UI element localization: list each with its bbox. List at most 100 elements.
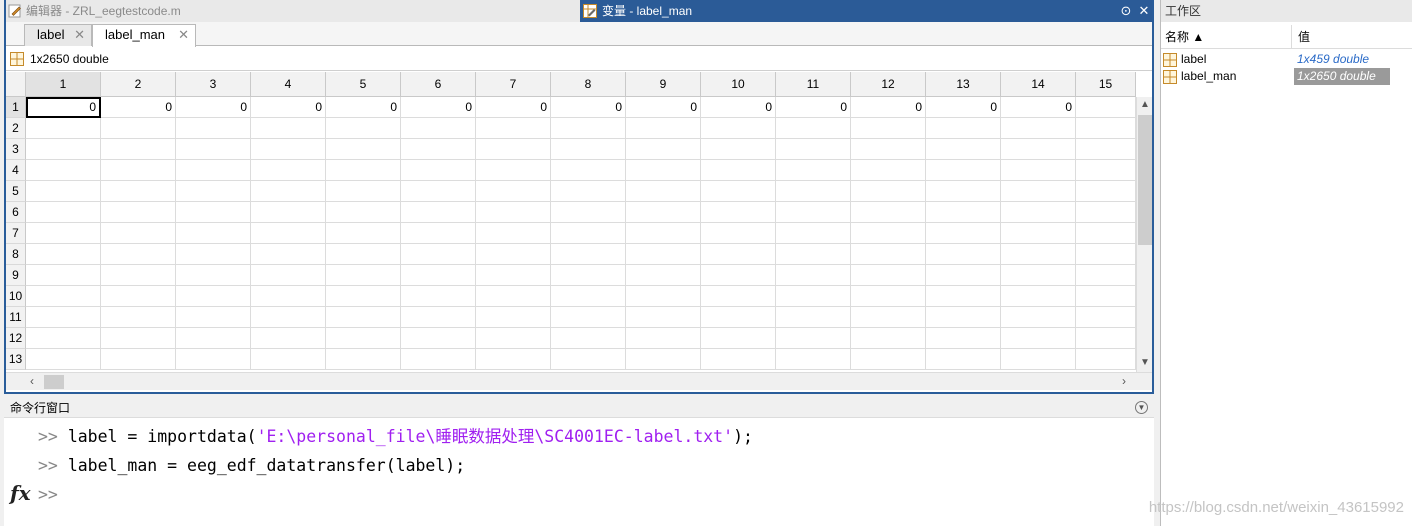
grid-cell[interactable] — [851, 181, 926, 202]
row-header[interactable]: 6 — [6, 202, 26, 223]
vertical-scrollbar[interactable]: ▲ ▼ — [1136, 97, 1152, 372]
grid-cell[interactable] — [1001, 223, 1076, 244]
grid-cell[interactable] — [326, 202, 401, 223]
grid-cell[interactable] — [101, 223, 176, 244]
grid-cell[interactable] — [1076, 286, 1136, 307]
variables-title-tab[interactable]: 变量 - label_man ⊙ ✕ — [580, 0, 1152, 22]
grid-cell[interactable] — [101, 265, 176, 286]
row-header[interactable]: 12 — [6, 328, 26, 349]
scroll-up-icon[interactable]: ▲ — [1137, 99, 1152, 110]
grid-cell[interactable] — [1001, 328, 1076, 349]
grid-cell[interactable] — [251, 307, 326, 328]
row-header[interactable]: 5 — [6, 181, 26, 202]
grid-cell[interactable] — [851, 160, 926, 181]
grid-cell[interactable] — [251, 160, 326, 181]
grid-cell[interactable] — [251, 181, 326, 202]
grid-cell[interactable] — [776, 244, 851, 265]
grid-cell[interactable] — [551, 118, 626, 139]
grid-cell[interactable] — [1076, 97, 1136, 118]
scroll-down-icon[interactable]: ▼ — [1137, 357, 1152, 368]
workspace-row[interactable]: label_man 1x2650 double — [1161, 68, 1412, 85]
grid-cell[interactable] — [776, 328, 851, 349]
grid-cell[interactable] — [626, 244, 701, 265]
grid-cell[interactable] — [701, 160, 776, 181]
grid-cell[interactable] — [626, 160, 701, 181]
grid-cell[interactable] — [851, 265, 926, 286]
grid-cell[interactable] — [1076, 118, 1136, 139]
grid-cell[interactable] — [251, 202, 326, 223]
grid-cell[interactable] — [1001, 202, 1076, 223]
grid-cell[interactable] — [626, 181, 701, 202]
row-header[interactable]: 7 — [6, 223, 26, 244]
grid-cell[interactable] — [476, 181, 551, 202]
grid-cell[interactable] — [401, 244, 476, 265]
grid-cell[interactable] — [551, 223, 626, 244]
grid-cell[interactable] — [326, 307, 401, 328]
fx-function-browser-icon[interactable]: fx — [10, 481, 31, 505]
grid-cell[interactable] — [476, 160, 551, 181]
grid-cell[interactable]: 0 — [326, 97, 401, 118]
grid-cell[interactable] — [251, 139, 326, 160]
grid-cell[interactable] — [776, 202, 851, 223]
column-header-value[interactable]: 值 — [1291, 25, 1310, 49]
grid-cell[interactable] — [326, 139, 401, 160]
grid-cell[interactable] — [551, 349, 626, 370]
grid-cell[interactable] — [851, 244, 926, 265]
grid-cell[interactable] — [401, 286, 476, 307]
grid-cell[interactable] — [626, 139, 701, 160]
grid-cell[interactable] — [476, 307, 551, 328]
row-header[interactable]: 4 — [6, 160, 26, 181]
column-header[interactable]: 2 — [101, 72, 176, 97]
grid-cell[interactable] — [101, 181, 176, 202]
grid-cell[interactable] — [926, 328, 1001, 349]
grid-cell[interactable] — [701, 265, 776, 286]
column-header[interactable]: 1 — [26, 72, 101, 97]
column-header[interactable]: 7 — [476, 72, 551, 97]
grid-cell[interactable] — [551, 181, 626, 202]
vertical-scroll-thumb[interactable] — [1138, 115, 1152, 245]
grid-cell[interactable] — [701, 328, 776, 349]
grid-cell[interactable] — [776, 265, 851, 286]
grid-cell[interactable] — [926, 181, 1001, 202]
grid-cell[interactable] — [551, 139, 626, 160]
grid-cell[interactable] — [326, 118, 401, 139]
grid-cell[interactable] — [701, 307, 776, 328]
grid-cell[interactable] — [476, 265, 551, 286]
grid-cell[interactable] — [251, 286, 326, 307]
grid-cell[interactable] — [176, 265, 251, 286]
grid-cell[interactable] — [776, 349, 851, 370]
editor-title-tab[interactable]: 编辑器 - ZRL_eegtestcode.m — [6, 0, 580, 22]
grid-cell[interactable] — [476, 202, 551, 223]
grid-cell[interactable] — [1001, 139, 1076, 160]
grid-cell[interactable] — [26, 307, 101, 328]
grid-cell[interactable] — [626, 286, 701, 307]
grid-cell[interactable] — [701, 181, 776, 202]
grid-cell[interactable] — [626, 265, 701, 286]
grid-cell[interactable] — [26, 349, 101, 370]
grid-cell[interactable] — [26, 286, 101, 307]
grid-cell[interactable] — [1076, 328, 1136, 349]
grid-cell[interactable] — [1076, 181, 1136, 202]
column-header[interactable]: 15 — [1076, 72, 1136, 97]
grid-cell[interactable] — [851, 223, 926, 244]
column-header[interactable]: 14 — [1001, 72, 1076, 97]
grid-cell[interactable] — [326, 349, 401, 370]
grid-cell[interactable] — [26, 244, 101, 265]
grid-cell[interactable] — [776, 160, 851, 181]
row-header[interactable]: 2 — [6, 118, 26, 139]
grid-cell[interactable]: 0 — [701, 97, 776, 118]
grid-cell[interactable] — [926, 286, 1001, 307]
grid-cell[interactable] — [401, 202, 476, 223]
grid-cell[interactable] — [551, 202, 626, 223]
grid-cell[interactable] — [401, 181, 476, 202]
grid-cell[interactable] — [551, 286, 626, 307]
grid-cell[interactable] — [476, 223, 551, 244]
grid-cell[interactable] — [176, 118, 251, 139]
grid-cell[interactable] — [626, 202, 701, 223]
grid-cell[interactable] — [626, 118, 701, 139]
grid-cell[interactable] — [701, 118, 776, 139]
grid-cell[interactable] — [626, 328, 701, 349]
grid-cell[interactable] — [101, 160, 176, 181]
grid-cell[interactable]: 0 — [626, 97, 701, 118]
grid-cell[interactable] — [176, 181, 251, 202]
